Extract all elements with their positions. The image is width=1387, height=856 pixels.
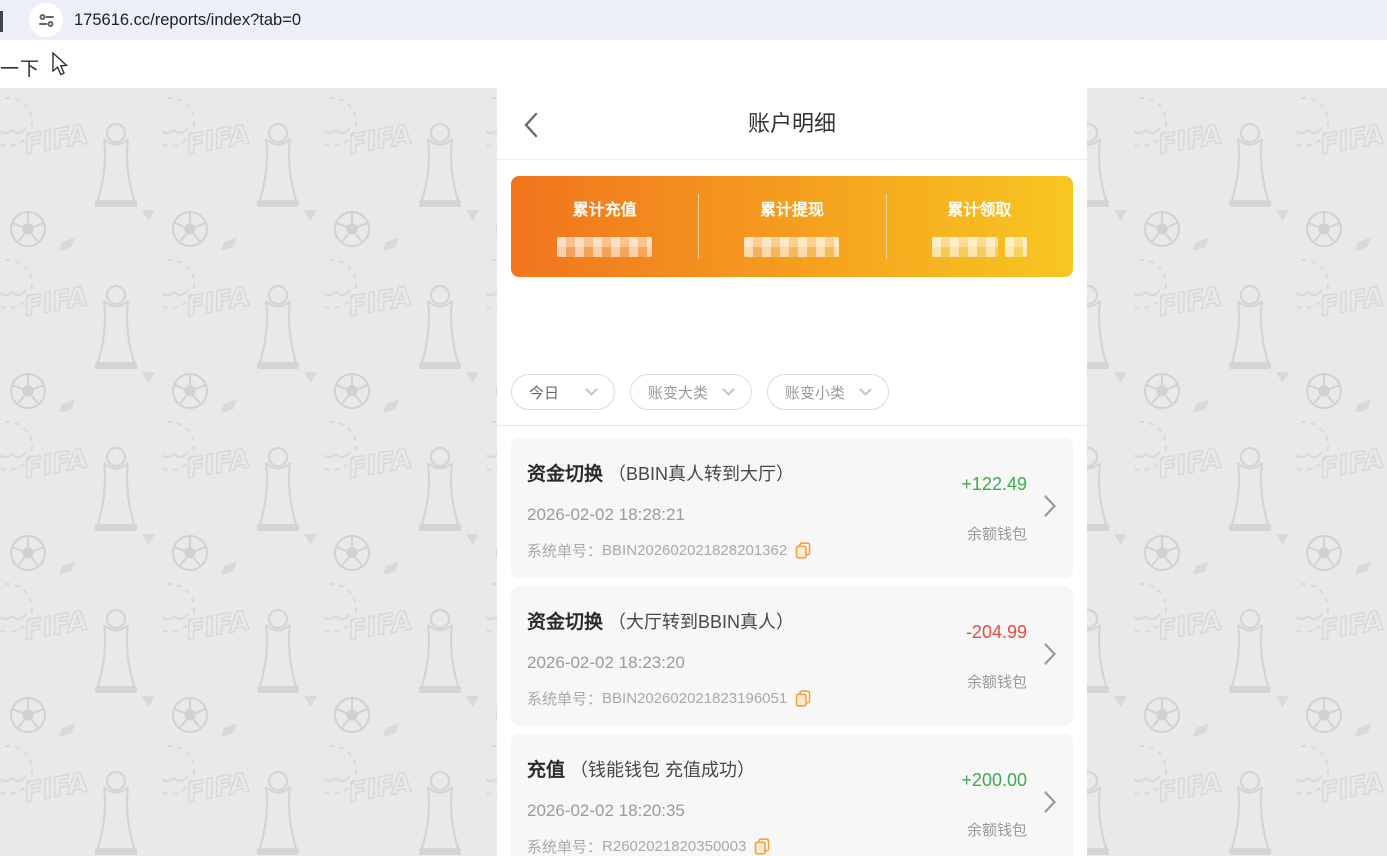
transaction-row[interactable]: 资金切换（大厅转到BBIN真人） 2026-02-02 18:23:20 系统单… [511, 586, 1073, 726]
summary-column: 累计领取 [886, 176, 1073, 277]
filter-dropdown[interactable]: 账变大类 [630, 374, 752, 410]
toast-text: 一下 [0, 54, 40, 81]
filter-dropdown[interactable]: 今日 [511, 374, 615, 410]
transaction-title: 充值（钱能钱包 充值成功） [527, 755, 770, 782]
masked-amount [744, 237, 839, 257]
order-number: BBIN202602021828201362 [602, 542, 787, 559]
masked-amount-segment [1005, 237, 1027, 257]
filter-label: 账变小类 [785, 382, 845, 403]
transaction-type: 充值 [527, 760, 565, 781]
transaction-title: 资金切换（BBIN真人转到大厅） [527, 459, 811, 486]
panel-header: 账户明细 [497, 88, 1087, 160]
transaction-amount: +122.49 [961, 474, 1027, 495]
chevron-down-icon [585, 388, 598, 397]
transaction-amounts: +200.00 余额钱包 [961, 768, 1027, 840]
order-number: BBIN202602021823196051 [602, 690, 787, 707]
transaction-order: 系统单号：R2602021820350003 [527, 836, 770, 856]
order-number-label: 系统单号： [527, 540, 602, 561]
chevron-right-icon [1043, 642, 1057, 671]
transaction-row[interactable]: 充值（钱能钱包 充值成功） 2026-02-02 18:20:35 系统单号：R… [511, 734, 1073, 856]
masked-amount-segment [744, 237, 839, 257]
summary-label: 累计领取 [947, 196, 1011, 220]
transaction-list: 资金切换（BBIN真人转到大厅） 2026-02-02 18:28:21 系统单… [497, 426, 1087, 856]
browser-address-bar[interactable]: 175616.cc/reports/index?tab=0 [0, 0, 1387, 40]
masked-amount-segment [557, 237, 652, 257]
wallet-label: 余额钱包 [961, 819, 1027, 840]
filter-row: 今日 账变大类 账变小类 [511, 374, 1087, 410]
wallet-label: 余额钱包 [966, 671, 1027, 692]
site-settings-icon[interactable] [29, 3, 63, 37]
tabs [515, 315, 1087, 345]
copy-icon[interactable] [795, 690, 811, 707]
transaction-amount: -204.99 [966, 622, 1027, 643]
transaction-info: 充值（钱能钱包 充值成功） 2026-02-02 18:20:35 系统单号：R… [527, 734, 770, 856]
transaction-row[interactable]: 资金切换（BBIN真人转到大厅） 2026-02-02 18:28:21 系统单… [511, 438, 1073, 578]
transaction-amounts: +122.49 余额钱包 [961, 472, 1027, 544]
transaction-detail: （大厅转到BBIN真人） [608, 612, 794, 632]
order-number-label: 系统单号： [527, 688, 602, 709]
transaction-type: 资金切换 [527, 612, 603, 633]
masked-amount [557, 237, 652, 257]
transaction-detail: （钱能钱包 充值成功） [570, 760, 755, 780]
summary-card-columns: 累计充值 累计提现 累计领取 [511, 176, 1073, 277]
chevron-right-icon [1043, 790, 1057, 819]
transaction-right: +122.49 余额钱包 [961, 438, 1057, 578]
transaction-amounts: -204.99 余额钱包 [966, 620, 1027, 692]
summary-label: 累计提现 [760, 196, 824, 220]
copy-icon[interactable] [795, 542, 811, 559]
transaction-right: +200.00 余额钱包 [961, 734, 1057, 856]
page-toast-strip: 一下 [0, 40, 1387, 88]
window-edge-fragment [0, 11, 3, 32]
masked-amount [932, 237, 1027, 257]
wallet-label: 余额钱包 [961, 523, 1027, 544]
order-number-label: 系统单号： [527, 836, 602, 856]
transaction-detail: （BBIN真人转到大厅） [608, 464, 794, 484]
transaction-type: 资金切换 [527, 464, 603, 485]
filter-dropdown[interactable]: 账变小类 [767, 374, 889, 410]
summary-column: 累计提现 [698, 176, 885, 277]
filter-label: 账变大类 [648, 382, 708, 403]
transaction-order: 系统单号：BBIN202602021823196051 [527, 688, 811, 709]
mouse-cursor [50, 52, 69, 83]
masked-amount-segment [932, 237, 998, 257]
transaction-amount: +200.00 [961, 770, 1027, 791]
summary-label: 累计充值 [573, 196, 637, 220]
transaction-datetime: 2026-02-02 18:20:35 [527, 801, 770, 821]
chevron-down-icon [722, 388, 735, 397]
transaction-title: 资金切换（大厅转到BBIN真人） [527, 607, 811, 634]
summary-card: 累计充值 累计提现 累计领取 [511, 176, 1073, 277]
transaction-info: 资金切换（大厅转到BBIN真人） 2026-02-02 18:23:20 系统单… [527, 586, 811, 726]
transaction-right: -204.99 余额钱包 [966, 586, 1057, 726]
transaction-info: 资金切换（BBIN真人转到大厅） 2026-02-02 18:28:21 系统单… [527, 438, 811, 578]
transaction-datetime: 2026-02-02 18:23:20 [527, 653, 811, 673]
transaction-datetime: 2026-02-02 18:28:21 [527, 505, 811, 525]
page-title: 账户明细 [497, 88, 1087, 160]
chevron-down-icon [859, 388, 872, 397]
url-field[interactable]: 175616.cc/reports/index?tab=0 [74, 0, 301, 40]
transaction-order: 系统单号：BBIN202602021828201362 [527, 540, 811, 561]
chevron-right-icon [1043, 494, 1057, 523]
summary-column: 累计充值 [511, 176, 698, 277]
copy-icon[interactable] [754, 838, 770, 855]
account-detail-panel: 账户明细 累计充值 累计提现 累计领取 今日 账变 [497, 88, 1087, 856]
filter-label: 今日 [529, 382, 559, 403]
order-number: R2602021820350003 [602, 838, 746, 855]
